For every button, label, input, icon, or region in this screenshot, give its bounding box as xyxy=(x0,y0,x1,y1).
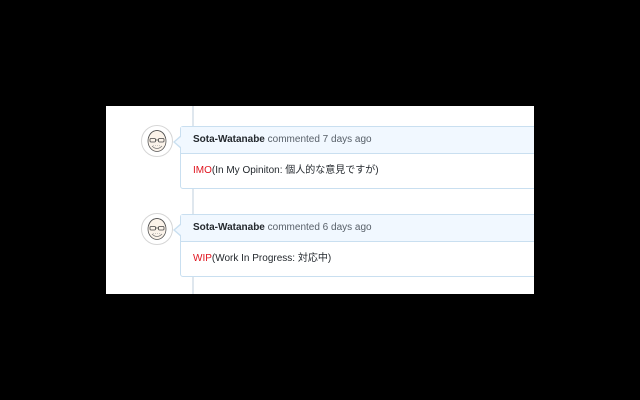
comment-keyword: IMO xyxy=(193,165,212,176)
comment-body: WIP(Work In Progress: 対応中) xyxy=(181,242,534,276)
user-avatar-icon xyxy=(147,218,167,240)
comment-card: Sota-Watanabe commented 6 days ago WIP(W… xyxy=(173,214,534,277)
comment-header: Sota-Watanabe commented 7 days ago xyxy=(173,127,534,154)
comment-author[interactable]: Sota-Watanabe xyxy=(193,222,265,233)
comment-meta[interactable]: commented 7 days ago xyxy=(268,134,372,145)
comment-author[interactable]: Sota-Watanabe xyxy=(193,134,265,145)
user-avatar-icon xyxy=(147,130,167,152)
comment-meta[interactable]: commented 6 days ago xyxy=(268,222,372,233)
avatar[interactable] xyxy=(141,213,173,245)
comment-header: Sota-Watanabe commented 6 days ago xyxy=(173,215,534,242)
avatar[interactable] xyxy=(141,125,173,157)
timeline-panel: Sota-Watanabe commented 7 days ago IMO(I… xyxy=(106,106,534,294)
comment-text: (In My Opiniton: 個人的な意見ですが) xyxy=(211,165,379,176)
comment-body: IMO(In My Opiniton: 個人的な意見ですが) xyxy=(181,154,534,188)
comment-text: (Work In Progress: 対応中) xyxy=(211,253,332,264)
comment-keyword: WIP xyxy=(193,253,212,264)
comment-card: Sota-Watanabe commented 7 days ago IMO(I… xyxy=(173,126,534,189)
